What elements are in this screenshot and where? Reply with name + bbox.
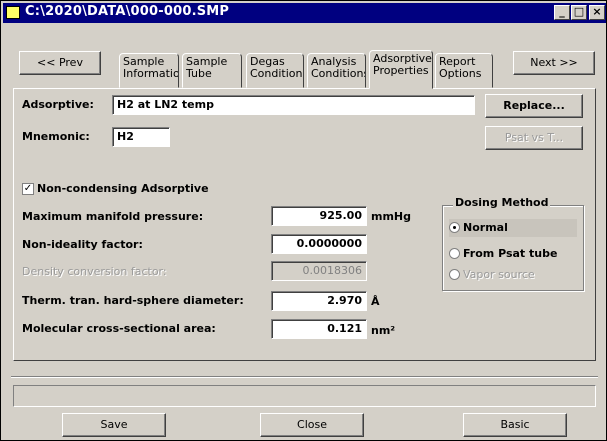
basic-button-label: Basic xyxy=(500,418,530,431)
tab-analysis-conditions[interactable]: Analysis Conditions xyxy=(307,53,366,88)
close-button[interactable]: × xyxy=(589,5,605,20)
close-dialog-button[interactable]: Close xyxy=(260,413,364,437)
diameter-unit: Å xyxy=(371,295,380,308)
dosing-method-title: Dosing Method xyxy=(453,196,551,209)
nonideality-label: Non-ideality factor: xyxy=(22,238,143,251)
dosing-option-normal[interactable]: Normal xyxy=(449,219,577,237)
psat-vs-t-button[interactable]: Psat vs T... xyxy=(485,126,583,150)
next-button[interactable]: Next >> xyxy=(513,51,595,75)
adsorptive-label: Adsorptive: xyxy=(22,98,94,111)
tab-sample-tube[interactable]: Sample Tube xyxy=(182,53,242,88)
mnemonic-field[interactable]: H2 xyxy=(112,127,170,147)
replace-button-label: Replace... xyxy=(503,99,565,112)
replace-button[interactable]: Replace... xyxy=(485,94,583,118)
density-label: Density conversion factor: xyxy=(22,265,167,278)
max-pressure-unit: mmHg xyxy=(371,210,412,223)
dosing-option-label: Normal xyxy=(463,221,508,234)
status-bar xyxy=(13,385,596,407)
mnemonic-label: Mnemonic: xyxy=(22,130,90,143)
tab-degas-conditions[interactable]: Degas Conditions xyxy=(246,53,304,88)
tab-report-options[interactable]: Report Options xyxy=(435,53,493,88)
dosing-option-vapor-source: Vapor source xyxy=(449,266,577,284)
basic-button[interactable]: Basic xyxy=(463,413,567,437)
area-unit: nm² xyxy=(371,324,396,337)
minimize-button[interactable]: _ xyxy=(554,5,570,20)
dialog-window: C:\2020\DATA\000-000.SMP _ □ × << Prev N… xyxy=(0,0,607,441)
psat-button-label: Psat vs T... xyxy=(504,131,564,144)
close-button-label: Close xyxy=(297,418,327,431)
adsorptive-field[interactable]: H2 at LN2 temp xyxy=(112,95,475,115)
prev-button-label: << Prev xyxy=(37,56,83,69)
radio-vapor-source xyxy=(449,269,460,280)
window-title: C:\2020\DATA\000-000.SMP xyxy=(25,4,230,19)
radio-normal[interactable] xyxy=(449,222,460,233)
max-pressure-label: Maximum manifold pressure: xyxy=(22,210,204,223)
app-icon xyxy=(6,6,20,19)
diameter-label: Therm. tran. hard-sphere diameter: xyxy=(22,294,244,307)
maximize-button[interactable]: □ xyxy=(571,5,587,20)
diameter-field[interactable]: 2.970 xyxy=(271,291,367,311)
nonideality-field[interactable]: 0.0000000 xyxy=(271,234,367,254)
tab-sample-information[interactable]: Sample Information xyxy=(119,53,179,88)
tab-adsorptive-properties[interactable]: Adsorptive Properties xyxy=(369,50,433,89)
dosing-option-label: From Psat tube xyxy=(463,247,558,260)
area-field[interactable]: 0.121 xyxy=(271,319,367,339)
radio-from-psat-tube[interactable] xyxy=(449,248,460,259)
noncondensing-checkbox[interactable]: ✓ xyxy=(22,183,34,195)
save-button[interactable]: Save xyxy=(62,413,166,437)
title-bar[interactable]: C:\2020\DATA\000-000.SMP _ □ × xyxy=(3,3,606,23)
dosing-option-from-psat-tube[interactable]: From Psat tube xyxy=(449,245,577,263)
prev-button[interactable]: << Prev xyxy=(19,51,101,75)
density-field: 0.0018306 xyxy=(271,261,367,281)
save-button-label: Save xyxy=(100,418,128,431)
area-label: Molecular cross-sectional area: xyxy=(22,322,216,335)
max-pressure-field[interactable]: 925.00 xyxy=(271,206,367,226)
dosing-option-label: Vapor source xyxy=(463,268,535,281)
next-button-label: Next >> xyxy=(530,56,578,69)
divider xyxy=(11,376,598,378)
noncondensing-label[interactable]: Non-condensing Adsorptive xyxy=(37,182,209,195)
